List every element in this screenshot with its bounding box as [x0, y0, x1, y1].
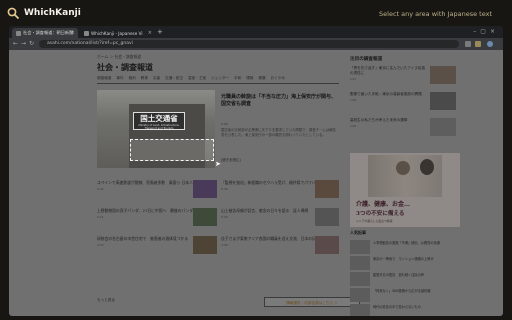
window-controls[interactable]: –▢× — [473, 28, 499, 35]
new-tab-button[interactable]: + — [157, 28, 163, 36]
web-page: ホーム ＞ 社会・調査報道 社会・調査報道 調査報道 事件 裁判 教育 災害 交… — [9, 50, 503, 316]
extension-icon[interactable] — [465, 41, 471, 47]
back-button[interactable]: ← — [13, 40, 18, 47]
favicon-icon — [16, 30, 21, 36]
favicon-icon — [84, 30, 89, 36]
tab-strip: 社会・調査報道：朝日新聞 × WhichKanji - Japanese Vi … — [9, 26, 503, 38]
profile-avatar[interactable] — [487, 41, 493, 47]
browser-window: 社会・調査報道：朝日新聞 × WhichKanji - Japanese Vi … — [9, 26, 503, 316]
tab-label: 社会・調査報道：朝日新聞 — [23, 30, 74, 35]
tab-label: WhichKanji - Japanese Vi — [91, 30, 143, 36]
close-tab-icon[interactable]: × — [71, 30, 75, 36]
magnifier-logo-icon — [7, 7, 19, 19]
address-bar[interactable]: asahi.com/national/list/?iref=pc_gnavi — [39, 40, 459, 48]
forward-button[interactable]: → — [21, 40, 26, 47]
close-tab-icon[interactable]: × — [148, 30, 152, 36]
app-bar: WhichKanji Select any area with Japanese… — [0, 0, 512, 26]
app-title: WhichKanji — [24, 8, 81, 18]
tab-asahi[interactable]: 社会・調査報道：朝日新聞 × — [12, 28, 78, 38]
reload-button[interactable]: ↻ — [29, 40, 34, 47]
tab-whichkanji[interactable]: WhichKanji - Japanese Vi × — [80, 28, 155, 38]
browser-toolbar: ← → ↻ asahi.com/national/list/?iref=pc_g… — [9, 38, 503, 50]
whichkanji-extension-icon[interactable] — [475, 41, 481, 47]
selection-hint: Select any area with Japanese text — [379, 10, 492, 18]
dim-overlay — [9, 50, 503, 316]
